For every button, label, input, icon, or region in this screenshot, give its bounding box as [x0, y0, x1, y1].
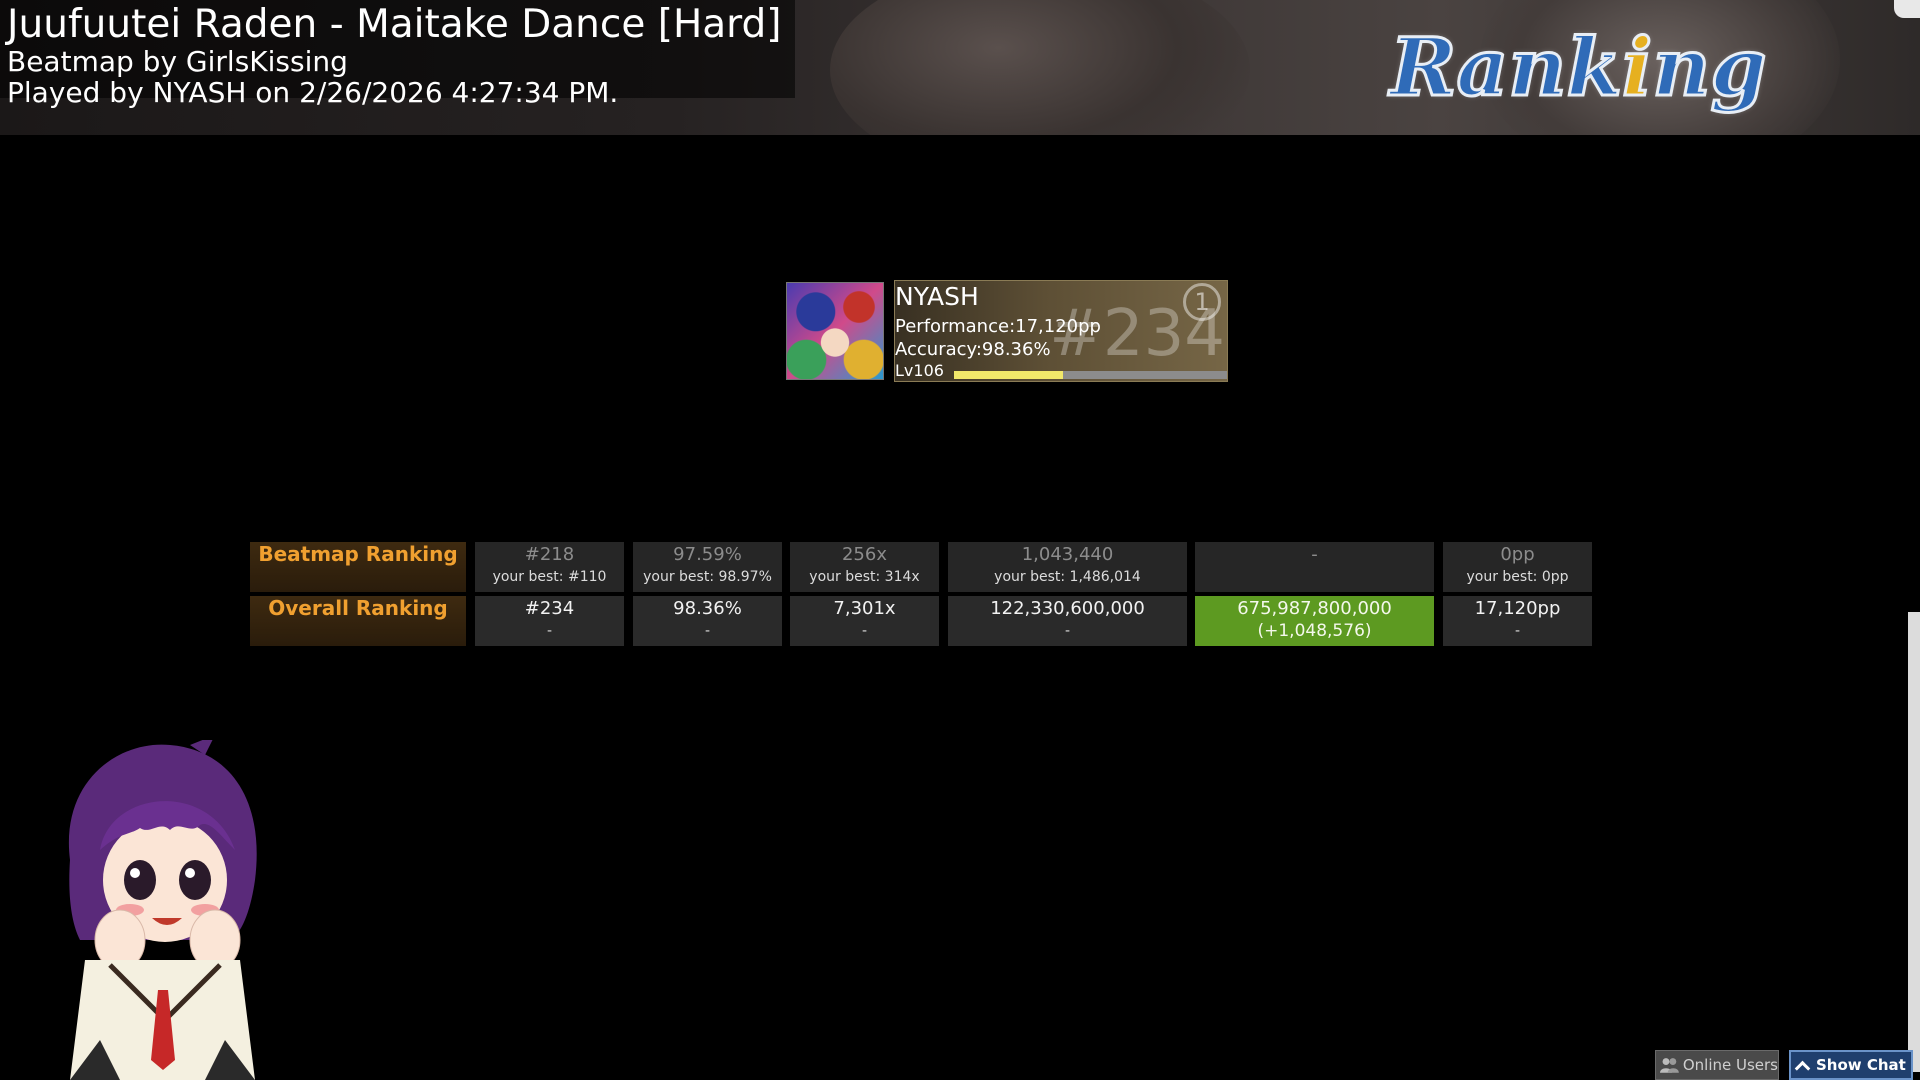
show-chat-button[interactable]: Show Chat [1789, 1050, 1913, 1080]
player-name: NYASH [895, 282, 979, 311]
cell-value: 17,120pp [1474, 598, 1561, 619]
beatmap-rank-cell: #218 your best: #110 [475, 542, 624, 592]
cell-value: 1,043,440 [1021, 544, 1114, 565]
player-avatar[interactable] [786, 282, 884, 380]
ranking-logo-letter: n [1651, 20, 1712, 114]
header-banner: R a n k i n g Juufuutei Raden - Maitake … [0, 0, 1920, 135]
cell-change: - [1514, 623, 1521, 639]
ranking-logo-letter: g [1709, 20, 1768, 114]
online-users-button[interactable]: Online Users [1655, 1050, 1779, 1080]
scrollbar[interactable] [1908, 612, 1920, 1072]
cell-best: your best: 0pp [1466, 569, 1569, 585]
corner-icon[interactable] [1894, 0, 1920, 18]
overall-combo-cell: 7,301x - [790, 596, 939, 646]
cell-value: #218 [524, 544, 575, 565]
cell-value: #234 [524, 598, 575, 619]
show-chat-label: Show Chat [1816, 1056, 1906, 1074]
overall-accuracy-cell: 98.36% - [633, 596, 782, 646]
chevron-up-icon [1794, 1060, 1811, 1076]
cell-best: your best: 1,486,014 [994, 569, 1141, 585]
beatmap-pp-cell: 0pp your best: 0pp [1443, 542, 1592, 592]
ranking-logo-letter: n [1507, 20, 1568, 114]
cell-value: 256x [841, 544, 887, 565]
overall-pp-cell: 17,120pp - [1443, 596, 1592, 646]
cell-value: 7,301x [833, 598, 896, 619]
users-icon [1660, 1058, 1679, 1073]
cell-change: - [1064, 623, 1071, 639]
ranking-logo-letter: i [1620, 20, 1653, 114]
cell-change: - [704, 623, 711, 639]
cell-value: 122,330,600,000 [990, 598, 1145, 619]
play-info: Played by NYASH on 2/26/2026 4:27:34 PM. [7, 76, 619, 109]
beatmap-combo-cell: 256x your best: 314x [790, 542, 939, 592]
cell-best: your best: #110 [492, 569, 607, 585]
overall-rank-cell: #234 - [475, 596, 624, 646]
beatmap-accuracy-cell: 97.59% your best: 98.97% [633, 542, 782, 592]
level-progress-fill [954, 371, 1064, 379]
mascot-character-image [68, 740, 257, 1080]
song-title: Juufuutei Raden - Maitake Dance [Hard] [7, 2, 782, 47]
overall-ranking-row: Overall Ranking #234 - 98.36% - 7,301x -… [250, 596, 1592, 646]
cell-best: your best: 98.97% [643, 569, 772, 585]
level-progress-bar [954, 371, 1227, 379]
beatmap-creator: Beatmap by GirlsKissing [7, 45, 348, 78]
beatmap-score-cell: 1,043,440 your best: 1,486,014 [948, 542, 1187, 592]
cell-value: 0pp [1500, 544, 1535, 565]
overall-total-score-cell: 675,987,800,000 (+1,048,576) [1195, 596, 1434, 646]
online-users-label: Online Users [1682, 1056, 1778, 1074]
cell-change: - [861, 623, 868, 639]
cell-change: (+1,048,576) [1257, 621, 1372, 641]
cell-value: - [1311, 544, 1318, 565]
player-level: Lv106 [895, 361, 944, 380]
beatmap-total-score-cell: - [1195, 542, 1434, 592]
player-performance: Performance:17,120pp [895, 316, 1101, 337]
beatmap-ranking-row: Beatmap Ranking #218 your best: #110 97.… [250, 542, 1592, 592]
cell-value: 98.36% [673, 598, 742, 619]
ranking-logo-letter: a [1455, 20, 1510, 114]
background-art [830, 0, 1250, 135]
player-accuracy: Accuracy:98.36% [895, 339, 1051, 360]
overall-ranked-score-cell: 122,330,600,000 - [948, 596, 1187, 646]
ranking-logo-letter: R [1388, 20, 1458, 114]
cell-value: 675,987,800,000 [1237, 598, 1392, 619]
ranking-logo: R a n k i n g [1388, 20, 1840, 114]
beatmap-ranking-label: Beatmap Ranking [250, 542, 466, 592]
cell-best: your best: 314x [809, 569, 920, 585]
player-card[interactable]: 1 #234 NYASH Performance:17,120pp Accura… [894, 280, 1228, 382]
ranking-logo-letter: k [1565, 20, 1623, 114]
cell-value: 97.59% [673, 544, 742, 565]
cell-change: - [546, 623, 553, 639]
overall-ranking-label: Overall Ranking [250, 596, 466, 646]
